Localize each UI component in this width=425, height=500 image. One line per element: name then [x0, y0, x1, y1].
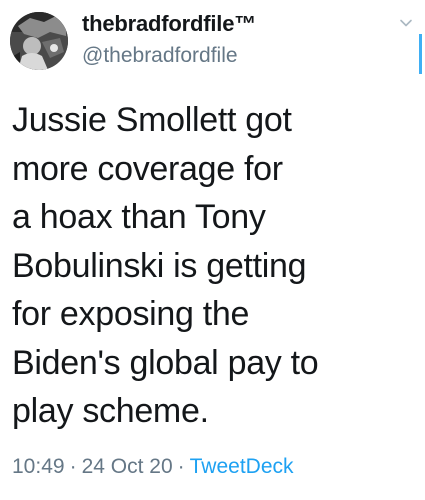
- author-display-name[interactable]: thebradfordfile™: [82, 11, 256, 37]
- avatar[interactable]: [10, 12, 68, 70]
- avatar-image: [10, 12, 68, 70]
- tweet-meta: 10:49 · 24 Oct 20 · TweetDeck: [12, 455, 294, 479]
- tweet-text: Jussie Smollett got more coverage for a …: [12, 101, 319, 430]
- meta-separator: ·: [177, 455, 185, 478]
- chevron-down-icon[interactable]: [399, 16, 413, 30]
- tweet-date[interactable]: 24 Oct 20: [82, 455, 173, 478]
- author-handle[interactable]: @thebradfordfile: [82, 44, 238, 68]
- tweet-source-link[interactable]: TweetDeck: [190, 455, 294, 478]
- tweet: thebradfordfile™ @thebradfordfile Jussie…: [0, 0, 425, 500]
- tweet-time[interactable]: 10:49: [12, 455, 65, 478]
- scroll-indicator: [419, 34, 422, 74]
- meta-separator: ·: [69, 455, 77, 478]
